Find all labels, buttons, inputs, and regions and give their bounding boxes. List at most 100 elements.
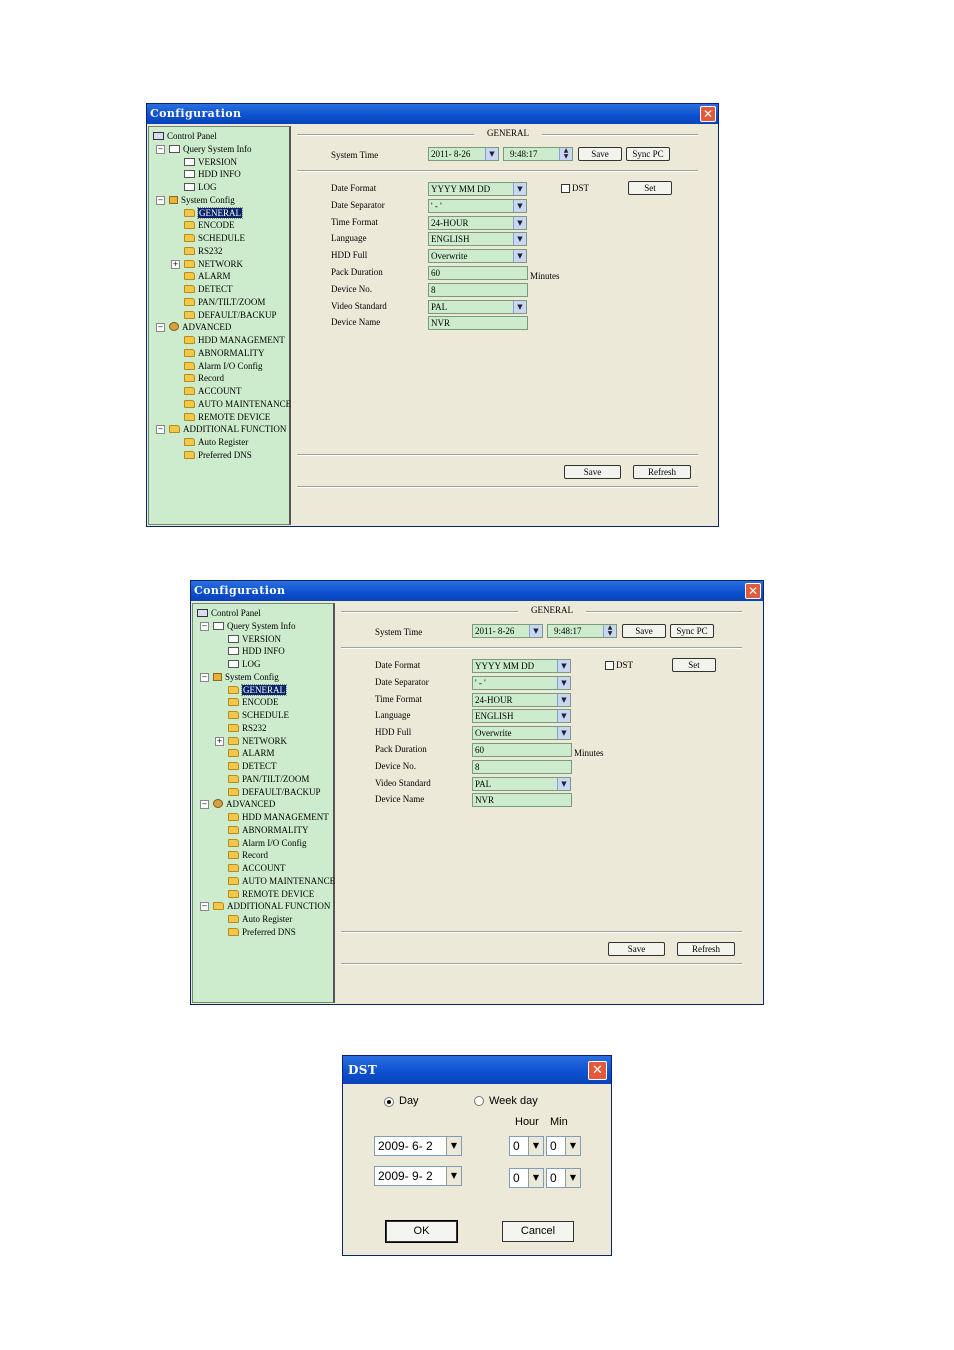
tree-item-version[interactable]: VERSION [228, 633, 281, 645]
tree-item-detect[interactable]: DETECT [228, 760, 277, 772]
tree-item-control-panel[interactable]: Control Panel [153, 130, 217, 142]
tree-item-record[interactable]: Record [184, 372, 224, 384]
tree-item-encode[interactable]: ENCODE [228, 696, 279, 708]
dst-set-button[interactable]: Set [628, 181, 672, 195]
field-device-no-[interactable]: 8 [428, 282, 528, 297]
field-time-format[interactable]: 24-HOUR ▼ [472, 692, 571, 707]
tree-item-preferred-dns[interactable]: Preferred DNS [228, 926, 296, 938]
tree-item-account[interactable]: ACCOUNT [228, 862, 286, 874]
refresh-button[interactable]: Refresh [633, 465, 691, 479]
field-device-no-[interactable]: 8 [472, 759, 572, 774]
field-language[interactable]: ENGLISH ▼ [472, 709, 571, 724]
chevron-down-icon[interactable]: ▼ [529, 625, 542, 637]
tree-item-hdd-management[interactable]: HDD MANAGEMENT [184, 334, 285, 346]
system-time-field[interactable]: 9:48:17 ▲ ▼ [503, 147, 573, 161]
chevron-down-icon[interactable]: ▼ [446, 1137, 461, 1155]
tree-item-log[interactable]: LOG [184, 181, 217, 193]
tree-item-preferred-dns[interactable]: Preferred DNS [184, 449, 252, 461]
field-video-standard[interactable]: PAL ▼ [428, 299, 527, 314]
sync-pc-button[interactable]: Sync PC [626, 147, 670, 161]
tree-item-system-config[interactable]: System Config [169, 194, 235, 206]
collapse-icon[interactable]: − [156, 323, 165, 333]
tree-item-hdd-management[interactable]: HDD MANAGEMENT [228, 811, 329, 823]
chevron-down-icon[interactable]: ▼ [528, 1169, 543, 1187]
end-hour-select[interactable]: 0 ▼ [509, 1168, 544, 1188]
chevron-down-icon[interactable]: ▼ [513, 183, 526, 195]
tree-item-auto-maintenance[interactable]: AUTO MAINTENANCE [228, 875, 335, 887]
collapse-icon[interactable]: − [156, 195, 165, 205]
end-date-picker[interactable]: 2009- 9- 2 ▼ [374, 1166, 462, 1186]
field-language[interactable]: ENGLISH ▼ [428, 232, 527, 247]
tree-item-auto-register[interactable]: Auto Register [184, 436, 248, 448]
save-button[interactable]: Save [608, 942, 665, 956]
tree-item-version[interactable]: VERSION [184, 156, 237, 168]
system-date-field[interactable]: 2011- 8-26 ▼ [472, 624, 543, 638]
sync-pc-button[interactable]: Sync PC [670, 624, 714, 638]
end-min-select[interactable]: 0 ▼ [546, 1168, 581, 1188]
start-min-select[interactable]: 0 ▼ [546, 1136, 581, 1156]
tree-item-auto-maintenance[interactable]: AUTO MAINTENANCE [184, 398, 291, 410]
collapse-icon[interactable]: − [200, 621, 209, 631]
chevron-down-icon[interactable]: ▼ [557, 660, 570, 672]
tree-item-network[interactable]: NETWORK [228, 735, 287, 747]
dst-title-bar[interactable]: DST ✕ [343, 1056, 611, 1084]
tree-item-additional-function[interactable]: ADDITIONAL FUNCTION [213, 900, 330, 912]
cancel-button[interactable]: Cancel [502, 1221, 574, 1242]
field-hdd-full[interactable]: Overwrite ▼ [472, 726, 571, 741]
chevron-down-icon[interactable]: ▼ [565, 1169, 580, 1187]
chevron-down-icon[interactable]: ▼ [513, 216, 526, 229]
weekday-radio[interactable] [474, 1096, 484, 1106]
save-time-button[interactable]: Save [578, 147, 622, 161]
chevron-down-icon[interactable]: ▼ [485, 148, 498, 160]
field-pack-duration[interactable]: 60 [428, 266, 528, 280]
chevron-down-icon[interactable]: ▼ [557, 676, 570, 689]
field-hdd-full[interactable]: Overwrite ▼ [428, 249, 527, 264]
refresh-button[interactable]: Refresh [677, 942, 735, 956]
field-date-format[interactable]: YYYY MM DD ▼ [428, 182, 527, 196]
tree-item-default-backup[interactable]: DEFAULT/BACKUP [184, 309, 277, 321]
tree-item-alarm[interactable]: ALARM [228, 747, 275, 759]
chevron-down-icon[interactable]: ▼ [513, 199, 526, 212]
start-date-picker[interactable]: 2009- 6- 2 ▼ [374, 1136, 462, 1156]
chevron-down-icon[interactable]: ▼ [446, 1167, 461, 1185]
tree-item-system-config[interactable]: System Config [213, 671, 279, 683]
tree-item-general[interactable]: GENERAL [228, 683, 287, 696]
field-device-name[interactable]: NVR [428, 316, 528, 331]
chevron-down-icon[interactable]: ▼ [528, 1137, 543, 1155]
tree-item-network[interactable]: NETWORK [184, 258, 243, 270]
save-time-button[interactable]: Save [622, 624, 666, 638]
chevron-down-icon[interactable]: ▼ [557, 710, 570, 723]
expand-icon[interactable]: + [215, 736, 224, 746]
tree-item-record[interactable]: Record [228, 849, 268, 861]
collapse-icon[interactable]: − [200, 902, 209, 912]
chevron-down-icon[interactable]: ▼ [513, 233, 526, 246]
tree-item-advanced[interactable]: ADVANCED [213, 798, 275, 810]
tree-item-encode[interactable]: ENCODE [184, 219, 235, 231]
spinner-icon[interactable]: ▲ ▼ [603, 625, 616, 637]
tree-item-query-system-info[interactable]: Query System Info [169, 143, 252, 155]
field-date-format[interactable]: YYYY MM DD ▼ [472, 659, 571, 673]
save-button[interactable]: Save [564, 465, 621, 479]
tree-item-rs232[interactable]: RS232 [228, 722, 267, 734]
tree-item-remote-device[interactable]: REMOTE DEVICE [184, 411, 270, 423]
tree-item-hdd-info[interactable]: HDD INFO [184, 168, 241, 180]
tree-item-detect[interactable]: DETECT [184, 283, 233, 295]
tree-item-auto-register[interactable]: Auto Register [228, 913, 292, 925]
field-video-standard[interactable]: PAL ▼ [472, 776, 571, 791]
ok-button[interactable]: OK [385, 1220, 458, 1243]
chevron-down-icon[interactable]: ▼ [565, 1137, 580, 1155]
chevron-down-icon[interactable]: ▼ [557, 777, 570, 790]
close-icon[interactable]: ✕ [745, 583, 761, 599]
chevron-down-icon[interactable]: ▼ [557, 693, 570, 706]
tree-item-control-panel[interactable]: Control Panel [197, 607, 261, 619]
chevron-down-icon[interactable]: ▼ [513, 300, 526, 313]
tree-item-abnormality[interactable]: ABNORMALITY [228, 824, 309, 836]
collapse-icon[interactable]: − [200, 800, 209, 810]
tree-item-remote-device[interactable]: REMOTE DEVICE [228, 888, 314, 900]
tree-item-additional-function[interactable]: ADDITIONAL FUNCTION [169, 423, 286, 435]
chevron-down-icon[interactable]: ▼ [557, 727, 570, 740]
tree-item-schedule[interactable]: SCHEDULE [228, 709, 289, 721]
tree-item-advanced[interactable]: ADVANCED [169, 321, 231, 333]
tree-item-alarm[interactable]: ALARM [184, 270, 231, 282]
dst-checkbox[interactable] [605, 661, 614, 670]
